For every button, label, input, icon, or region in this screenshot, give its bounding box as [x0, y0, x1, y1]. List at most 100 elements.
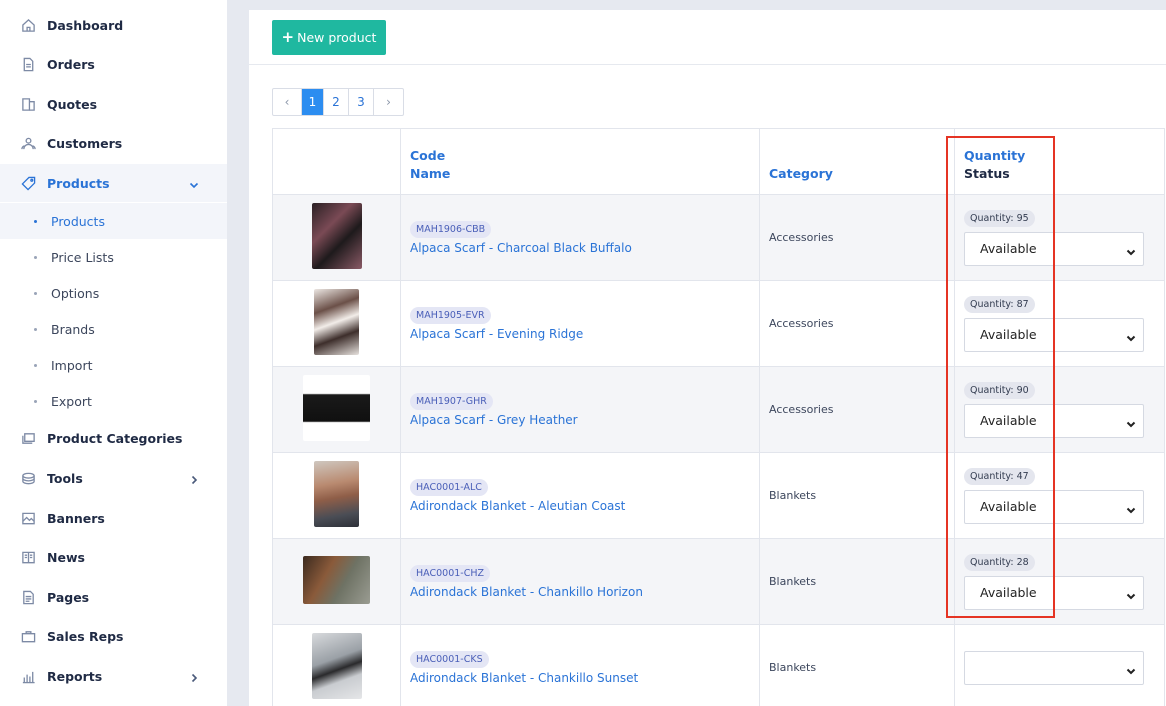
nav-pages[interactable]: Pages — [0, 578, 227, 616]
subnav-export[interactable]: Export — [0, 383, 227, 419]
product-name-link[interactable]: Alpaca Scarf - Evening Ridge — [410, 327, 759, 341]
nav-dashboard[interactable]: Dashboard — [0, 6, 227, 44]
nav-reports[interactable]: Reports — [0, 657, 227, 695]
page-1-button[interactable]: 1 — [302, 89, 324, 115]
chevron-right-icon — [189, 473, 199, 485]
chevron-down-icon — [189, 178, 199, 189]
chevron-down-icon — [1126, 417, 1136, 427]
card-header: + New product — [249, 10, 1166, 65]
nav-products[interactable]: Products — [0, 164, 227, 202]
bullet-dot — [34, 291, 37, 295]
nav-label: Orders — [47, 56, 95, 72]
home-icon — [20, 17, 36, 33]
category-cell: Blankets — [759, 452, 955, 539]
bullet-dot — [34, 219, 37, 223]
image-cell — [272, 538, 401, 625]
bullet-dot — [34, 399, 37, 403]
image-cell — [272, 452, 401, 539]
page-2-button[interactable]: 2 — [324, 89, 349, 115]
header-category-label: Category — [769, 166, 833, 181]
code-name-cell: MAH1906-CBB Alpaca Scarf - Charcoal Blac… — [400, 194, 760, 281]
header-category[interactable]: Category — [759, 128, 955, 195]
image-cell — [272, 624, 401, 706]
product-thumbnail[interactable] — [314, 289, 359, 355]
product-name-link[interactable]: Adirondack Blanket - Chankillo Horizon — [410, 585, 759, 599]
code-name-cell: HAC0001-CKS Adirondack Blanket - Chankil… — [400, 624, 760, 706]
image-cell — [272, 366, 401, 453]
sidebar: Dashboard Orders Quotes Customers Produc… — [0, 0, 227, 706]
code-name-cell: MAH1907-GHR Alpaca Scarf - Grey Heather — [400, 366, 760, 453]
chevron-down-icon — [1126, 664, 1136, 674]
subnav-label: Products — [51, 213, 105, 229]
nav-label: Sales Reps — [47, 628, 124, 644]
code-badge: MAH1906-CBB — [410, 220, 492, 238]
code-badge: MAH1905-EVR — [410, 306, 491, 324]
subnav-import[interactable]: Import — [0, 347, 227, 383]
code-name-cell: HAC0001-CHZ Adirondack Blanket - Chankil… — [400, 538, 760, 625]
image-cell — [272, 194, 401, 281]
chevron-down-icon — [1126, 245, 1136, 255]
page-3-button[interactable]: 3 — [349, 89, 374, 115]
code-badge: HAC0001-CKS — [410, 650, 489, 668]
chevron-down-icon — [1126, 331, 1136, 341]
nav-tools[interactable]: Tools — [0, 459, 227, 497]
product-name-link[interactable]: Alpaca Scarf - Grey Heather — [410, 413, 759, 427]
highlight-box — [946, 136, 1055, 618]
product-thumbnail[interactable] — [311, 633, 362, 699]
nav-customers[interactable]: Customers — [0, 124, 227, 162]
product-thumbnail[interactable] — [303, 556, 370, 604]
next-page-button[interactable]: › — [374, 89, 403, 115]
briefcase-icon — [20, 628, 36, 644]
nav-label: News — [47, 549, 85, 565]
bullet-dot — [34, 255, 37, 259]
product-thumbnail[interactable] — [314, 461, 359, 527]
tools-icon — [20, 470, 36, 486]
code-badge: HAC0001-CHZ — [410, 564, 490, 582]
code-badge: HAC0001-ALC — [410, 478, 488, 496]
status-select[interactable] — [964, 650, 1144, 685]
users-icon — [20, 135, 36, 151]
header-code: Code — [410, 148, 446, 163]
image-icon — [20, 510, 36, 526]
code-name-cell: MAH1905-EVR Alpaca Scarf - Evening Ridge — [400, 280, 760, 367]
nav-sales-reps[interactable]: Sales Reps — [0, 617, 227, 655]
pagination: ‹ 1 2 3 › — [272, 88, 404, 116]
nav-product-categories[interactable]: Product Categories — [0, 419, 227, 457]
pages-icon — [20, 589, 36, 605]
nav-label: Pages — [47, 589, 90, 605]
nav-quotes[interactable]: Quotes — [0, 85, 227, 123]
bullet-dot — [34, 363, 37, 367]
quotes-icon — [20, 96, 36, 112]
prev-page-button[interactable]: ‹ — [273, 89, 302, 115]
header-code-name[interactable]: Code Name — [400, 128, 760, 195]
chevron-down-icon — [1126, 503, 1136, 513]
nav-label: Banners — [47, 510, 105, 526]
product-name-link[interactable]: Alpaca Scarf - Charcoal Black Buffalo — [410, 241, 759, 255]
chevron-right-icon — [189, 671, 199, 683]
nav-banners[interactable]: Banners — [0, 499, 227, 537]
category-cell: Accessories — [759, 194, 955, 281]
subnav-label: Brands — [51, 321, 95, 337]
product-name-link[interactable]: Adirondack Blanket - Aleutian Coast — [410, 499, 759, 513]
plus-icon: + — [281, 28, 295, 46]
nav-label: Products — [47, 175, 110, 191]
product-thumbnail[interactable] — [303, 375, 370, 441]
category-cell: Accessories — [759, 366, 955, 453]
news-icon — [20, 549, 36, 565]
chevron-down-icon — [1126, 589, 1136, 599]
table-row: HAC0001-CKS Adirondack Blanket - Chankil… — [272, 624, 1165, 706]
nav-news[interactable]: News — [0, 538, 227, 576]
subnav-products[interactable]: Products — [0, 203, 227, 239]
subnav-options[interactable]: Options — [0, 275, 227, 311]
subnav-brands[interactable]: Brands — [0, 311, 227, 347]
header-image — [272, 128, 401, 195]
subnav-price-lists[interactable]: Price Lists — [0, 239, 227, 275]
category-cell: Blankets — [759, 538, 955, 625]
product-name-link[interactable]: Adirondack Blanket - Chankillo Sunset — [410, 671, 759, 685]
subnav-label: Price Lists — [51, 249, 114, 265]
nav-orders[interactable]: Orders — [0, 45, 227, 83]
product-thumbnail[interactable] — [311, 203, 362, 269]
new-product-button[interactable]: + New product — [272, 20, 386, 55]
nav-label: Reports — [47, 668, 103, 684]
nav-label: Dashboard — [47, 17, 124, 33]
